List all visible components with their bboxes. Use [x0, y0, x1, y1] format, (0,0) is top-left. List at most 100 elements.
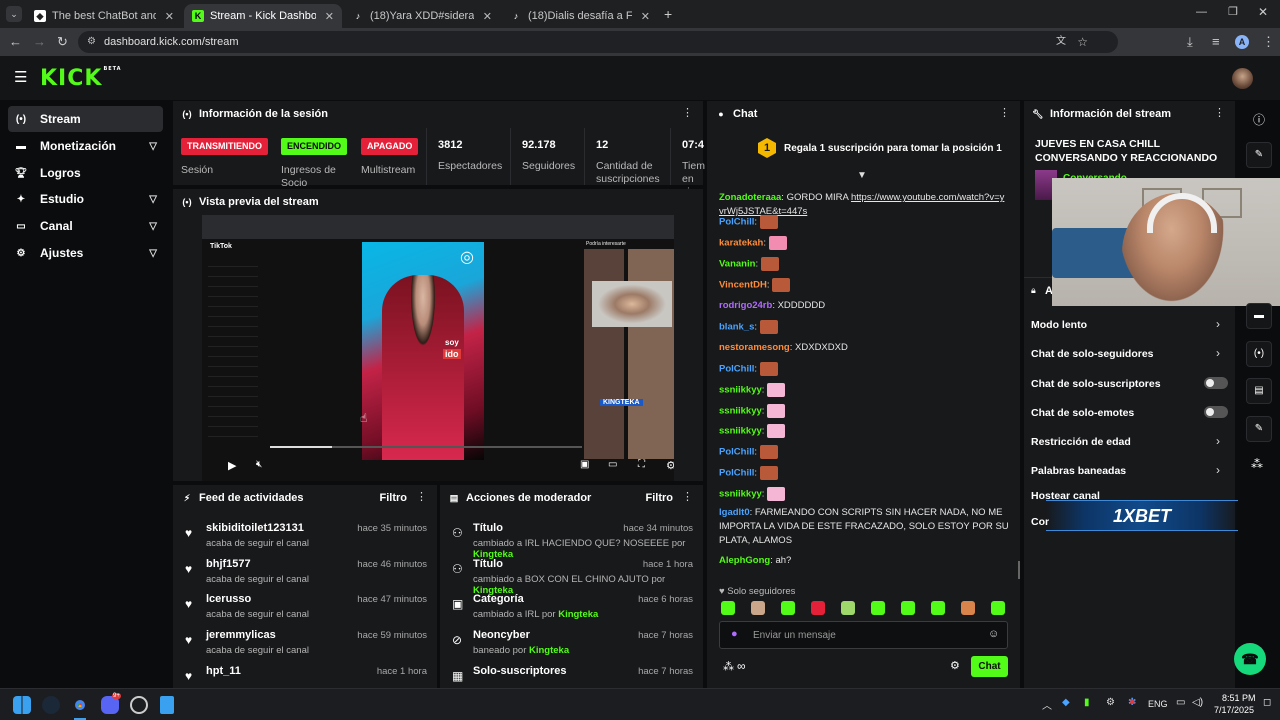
- reload-icon[interactable]: ↻: [57, 34, 68, 50]
- back-icon[interactable]: ←: [9, 34, 22, 49]
- emote-button[interactable]: [991, 601, 1005, 615]
- tray-app-icon[interactable]: ◆: [1062, 697, 1070, 708]
- chat-username[interactable]: ssniikkyy: [719, 385, 762, 396]
- tab-kick-dashboard[interactable]: K Stream - Kick Dashboard ✕: [184, 4, 342, 28]
- clock-date[interactable]: 7/17/2025: [1214, 705, 1254, 715]
- tab-search-icon[interactable]: ⌄: [6, 6, 22, 22]
- forward-icon[interactable]: →: [33, 34, 46, 49]
- filter-button[interactable]: Filtro: [646, 492, 674, 504]
- emote-button[interactable]: [961, 601, 975, 615]
- edit-icon[interactable]: ✎: [1246, 142, 1272, 168]
- chat-username[interactable]: rodrigo24rb: [719, 300, 772, 311]
- sidebar-item-monetizacion[interactable]: ▬ Monetización ▽: [8, 133, 163, 159]
- steam-icon[interactable]: [42, 696, 60, 714]
- tab-chatbot[interactable]: ◆ The best ChatBot and Widgets ✕: [26, 4, 182, 28]
- emote-button[interactable]: [811, 601, 825, 615]
- filter-button[interactable]: Filtro: [380, 492, 408, 504]
- obs-icon[interactable]: [130, 696, 148, 714]
- grid-icon[interactable]: ▤: [1246, 378, 1272, 404]
- microphone-icon[interactable]: ●: [1129, 696, 1136, 708]
- video-progress-track[interactable]: [270, 446, 582, 448]
- emote-button[interactable]: [931, 601, 945, 615]
- slow-mode-row[interactable]: Modo lento: [1031, 319, 1087, 331]
- fullscreen-icon[interactable]: ⛶: [638, 459, 645, 470]
- wrench-icon[interactable]: ✎: [1246, 416, 1272, 442]
- chat-username[interactable]: ssniikkyy: [719, 406, 762, 417]
- pip-icon[interactable]: ▣: [580, 459, 589, 470]
- network-icon[interactable]: ▭: [1176, 697, 1185, 708]
- emote-button[interactable]: [901, 601, 915, 615]
- sidebar-item-canal[interactable]: ▭ Canal ▽: [8, 213, 163, 239]
- chevron-right-icon[interactable]: ›: [1216, 317, 1220, 331]
- emote-button[interactable]: [841, 601, 855, 615]
- chat-username[interactable]: karatekah: [719, 238, 763, 249]
- followers-only-row[interactable]: Chat de solo-seguidores: [1031, 348, 1154, 360]
- broadcast-icon[interactable]: (•): [1246, 341, 1272, 367]
- user-avatar[interactable]: [1232, 68, 1253, 89]
- stream-video[interactable]: TikTok soy ido ◎ Podría interesarte KING…: [202, 215, 674, 481]
- support-button[interactable]: ☎︎: [1234, 643, 1266, 675]
- sidebar-item-ajustes[interactable]: ⚙ Ajustes ▽: [8, 240, 163, 266]
- new-tab-button[interactable]: +: [664, 6, 672, 22]
- bookmark-star-icon[interactable]: ☆: [1077, 31, 1088, 53]
- close-icon[interactable]: ✕: [325, 10, 334, 23]
- banned-words-row[interactable]: Palabras baneadas: [1031, 465, 1126, 477]
- tray-app-icon[interactable]: ▮: [1084, 697, 1090, 708]
- chevron-right-icon[interactable]: ›: [1216, 463, 1220, 477]
- close-icon[interactable]: ✕: [483, 10, 492, 23]
- tray-chevron-icon[interactable]: ︿: [1042, 697, 1052, 712]
- chat-username[interactable]: AlephGong: [719, 555, 770, 566]
- chat-username[interactable]: PolChill: [719, 217, 754, 228]
- chevron-right-icon[interactable]: ›: [1216, 346, 1220, 360]
- hamburger-menu-icon[interactable]: ☰: [14, 68, 27, 86]
- emote-button[interactable]: [871, 601, 885, 615]
- theater-icon[interactable]: ▭: [608, 459, 617, 470]
- emote-button[interactable]: [751, 601, 765, 615]
- collapse-pinned-icon[interactable]: ▼: [857, 170, 867, 181]
- chat-scrollbar[interactable]: [1018, 561, 1020, 579]
- pinned-gift-banner[interactable]: 1 Regala 1 suscripción para tomar la pos…: [707, 128, 1020, 174]
- site-info-icon[interactable]: ⚙: [87, 31, 96, 53]
- browser-menu-icon[interactable]: ⋮: [1262, 34, 1275, 50]
- sidebar-item-logros[interactable]: 🏆︎ Logros: [8, 160, 163, 186]
- download-icon[interactable]: ⤓: [1187, 34, 1193, 50]
- gear-icon[interactable]: ⚙: [950, 659, 960, 672]
- chat-input[interactable]: ● Enviar un mensaje ☺: [719, 621, 1008, 649]
- points-icon[interactable]: ⁂: [1251, 457, 1263, 471]
- emoji-icon[interactable]: ☺: [988, 628, 999, 640]
- more-options-icon[interactable]: ⋮: [416, 492, 427, 503]
- emote-button[interactable]: [721, 601, 735, 615]
- play-icon[interactable]: ▶: [228, 459, 236, 472]
- media-control-icon[interactable]: ≡: [1212, 34, 1220, 49]
- clock-time[interactable]: 8:51 PM: [1222, 693, 1256, 703]
- chat-username[interactable]: VincentDH: [719, 280, 767, 291]
- mute-icon[interactable]: 🔇︎: [256, 459, 262, 470]
- infinity-icon[interactable]: ∞: [737, 659, 746, 673]
- info-icon[interactable]: ⓘ: [1253, 111, 1265, 128]
- notepad-icon[interactable]: [160, 696, 174, 714]
- sidebar-item-estudio[interactable]: ✦ Estudio ▽: [8, 186, 163, 212]
- chat-username[interactable]: nestoramesong: [719, 342, 790, 353]
- tab-tiktok-1[interactable]: ♪ (18)Yara XDD#sideral #bebaam ✕: [344, 4, 500, 28]
- more-options-icon[interactable]: ⋮: [682, 108, 693, 119]
- chat-username[interactable]: ssniikkyy: [719, 426, 762, 437]
- volume-icon[interactable]: ◁): [1192, 697, 1203, 708]
- chat-bubble-icon[interactable]: ▬: [1246, 303, 1272, 329]
- chat-username[interactable]: PolChill: [719, 364, 754, 375]
- emote-button[interactable]: [781, 601, 795, 615]
- restore-button[interactable]: ❐: [1228, 5, 1238, 18]
- chat-username[interactable]: blank_s: [719, 322, 754, 333]
- profile-avatar[interactable]: A: [1235, 35, 1249, 49]
- more-options-icon[interactable]: ⋮: [999, 108, 1010, 119]
- windows-start-icon[interactable]: [13, 696, 31, 714]
- send-chat-button[interactable]: Chat: [971, 656, 1008, 677]
- close-icon[interactable]: ✕: [641, 10, 650, 23]
- minimize-button[interactable]: —: [1196, 6, 1207, 18]
- more-options-icon[interactable]: ⋮: [1214, 108, 1225, 119]
- chat-username[interactable]: ssniikkyy: [719, 489, 762, 500]
- chat-username[interactable]: Zonadoteraaa: [719, 192, 781, 203]
- age-restriction-row[interactable]: Restricción de edad: [1031, 436, 1131, 448]
- points-icon[interactable]: ⁂: [723, 660, 734, 673]
- translate-icon[interactable]: 文: [1056, 31, 1066, 53]
- ad-banner[interactable]: 1XBET: [1046, 500, 1238, 531]
